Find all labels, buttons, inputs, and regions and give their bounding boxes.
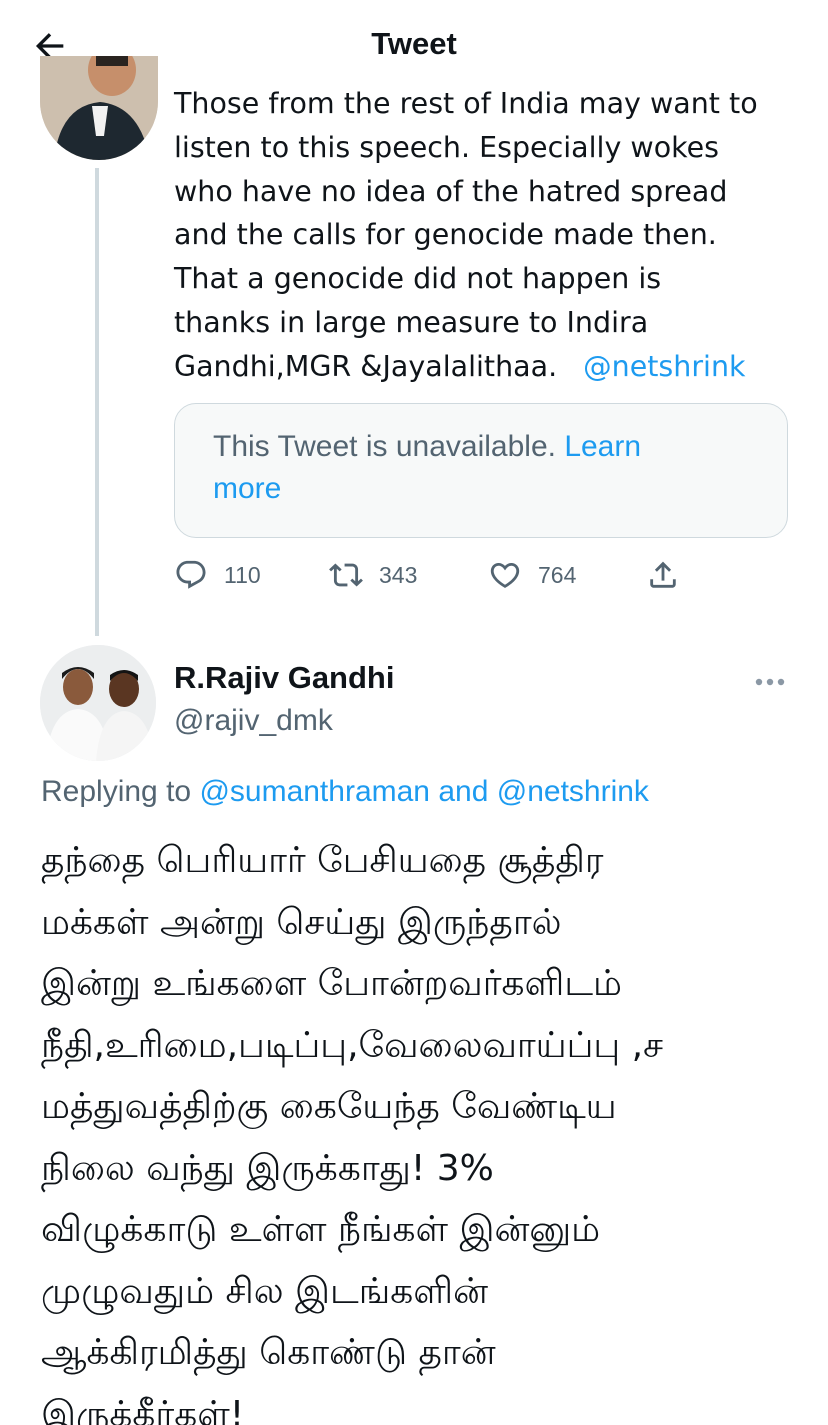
- share-button[interactable]: [646, 555, 680, 595]
- tweet-text-line: நீதி,உரிமை,படிப்பு,வேலைவாய்ப்பு ,ச: [41, 1024, 664, 1066]
- tweet-text-line: விழுக்காடு உள்ள நீங்கள் இன்னும்: [41, 1209, 601, 1250]
- tweet-text-line: listen to this speech. Especially wokes: [174, 130, 720, 164]
- replying-prefix: Replying to: [41, 775, 192, 808]
- reply-count: 110: [224, 561, 261, 588]
- replying-and: and: [438, 775, 489, 808]
- learn-more-link-text: Learn: [564, 430, 642, 463]
- quoted-tweet-text: Those from the rest of India may want to…: [174, 82, 804, 389]
- author-handle[interactable]: @rajiv_dmk: [174, 704, 333, 738]
- tweet-text-line: who have no idea of the hatred spread: [174, 174, 728, 208]
- retweet-icon: [329, 563, 363, 587]
- tweet-text-line: இருக்கீர்கள்!: [41, 1393, 245, 1425]
- avatar[interactable]: [40, 56, 158, 160]
- tweet-text-line: Those from the rest of India may want to: [174, 87, 758, 120]
- reply-button[interactable]: 110: [174, 555, 261, 595]
- tweet-text-segment: Gandhi,MGR &Jayalalithaa.: [174, 349, 558, 383]
- tweet-text-line: thanks in large measure to Indira: [174, 305, 649, 339]
- reply-tweet-text: தந்தை பெரியார் பேசியதை சூத்திர மக்கள் அன…: [41, 830, 801, 1425]
- like-count: 764: [538, 561, 577, 588]
- unavailable-tweet-message: This Tweet is unavailable. Learn more: [213, 426, 753, 510]
- tweet-text-line: and the calls for genocide made then.: [174, 218, 717, 252]
- avatar[interactable]: [40, 645, 156, 761]
- mention-link[interactable]: @netshrink: [497, 775, 649, 808]
- tweet-text-line: மக்கள் அன்று செய்து இருந்தால்: [41, 901, 562, 943]
- tweet-text-line: நிலை வந்து இருக்காது! 3%: [41, 1147, 494, 1189]
- tweet-text-line: ஆக்கிரமித்து கொண்டு தான்: [41, 1332, 496, 1373]
- mention-link[interactable]: @sumanthraman: [199, 775, 430, 808]
- author-name[interactable]: R.Rajiv Gandhi: [174, 660, 394, 696]
- thread-connector-line: [95, 168, 99, 636]
- unavailable-text: This Tweet is unavailable.: [213, 430, 556, 463]
- tweet-text-line-last: Gandhi,MGR &Jayalalithaa. @netshrink: [174, 345, 804, 389]
- speech-bubble-icon: [176, 560, 206, 589]
- retweet-count: 343: [379, 561, 418, 588]
- retweet-button[interactable]: 343: [329, 555, 417, 595]
- heart-icon: [490, 562, 520, 588]
- tweet-text-line: தந்தை பெரியார் பேசியதை சூத்திர: [41, 840, 604, 881]
- replying-to-line: Replying to @sumanthraman and @netshrink: [41, 775, 649, 809]
- tweet-actions: 110 343 764: [174, 555, 694, 595]
- learn-more-link-text-cont: more: [213, 472, 282, 505]
- tweet-text-line: இன்று உங்களை போன்றவர்களிடம்: [41, 963, 622, 1004]
- like-button[interactable]: 764: [488, 555, 576, 595]
- tweet-text-line: That a genocide did not happen is: [174, 262, 662, 296]
- tweet-text-line: மத்துவத்திற்கு கையேந்த வேண்டிய: [41, 1086, 617, 1127]
- share-icon: [650, 561, 676, 588]
- tweet-text-line: முழுவதும் சில இடங்களின்: [41, 1270, 488, 1312]
- more-options-button[interactable]: [752, 668, 788, 696]
- mention-link[interactable]: @netshrink: [583, 350, 745, 383]
- ellipsis-icon: [755, 678, 785, 686]
- unavailable-tweet-card: This Tweet is unavailable. Learn more: [174, 403, 788, 538]
